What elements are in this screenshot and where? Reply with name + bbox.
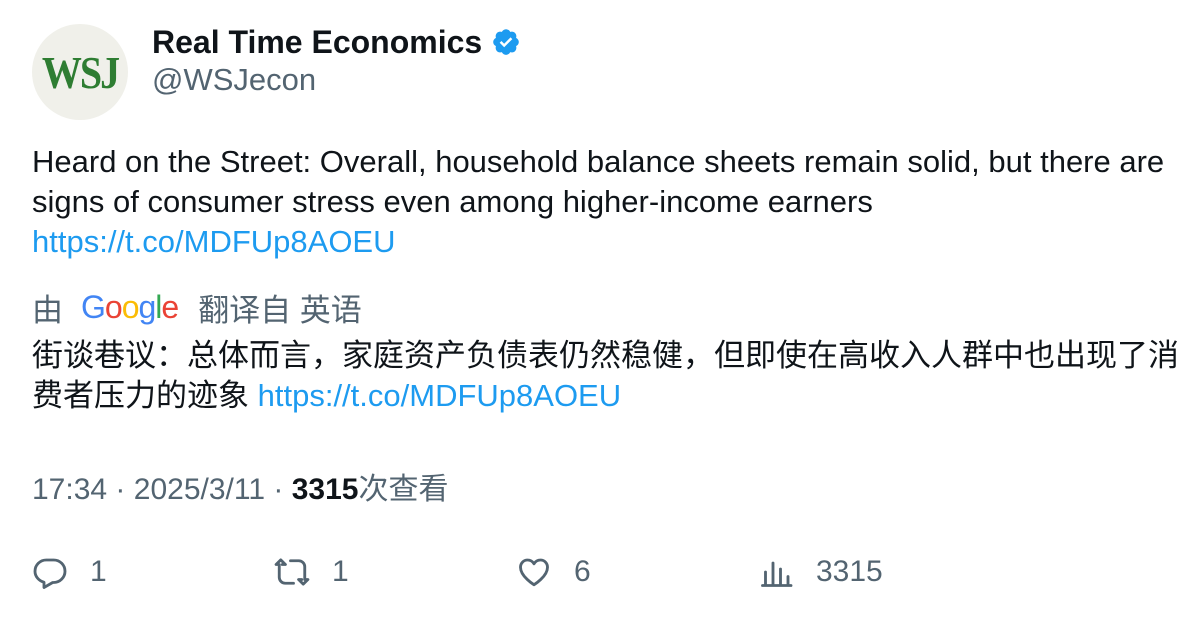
translation-attribution: 由 Google 翻译自 英语: [32, 286, 362, 328]
views-count: 3315: [291, 473, 359, 506]
wsj-logo: WSJ: [41, 46, 120, 98]
views-label: 次查看: [358, 473, 449, 506]
views-action-count: 3315: [816, 555, 883, 588]
reply-count: 1: [90, 555, 107, 588]
google-logo-icon[interactable]: Google: [81, 289, 179, 326]
tweet-time[interactable]: 17:34: [32, 473, 107, 506]
meta-separator: ·: [115, 473, 126, 506]
retweet-count: 1: [332, 555, 349, 588]
retweet-icon: [274, 558, 310, 586]
heart-icon: [519, 558, 549, 587]
tweet-text: Heard on the Street: Overall, household …: [32, 142, 1172, 262]
reply-button[interactable]: 1: [32, 550, 107, 594]
like-count: 6: [574, 555, 591, 588]
author-name-row: Real Time Economics: [152, 22, 521, 62]
verified-badge-icon: [491, 27, 521, 57]
views-button[interactable]: 3315: [758, 550, 883, 594]
tweet-meta: 17:34 · 2025/3/11 · 3315次查看: [32, 464, 448, 508]
tweet-link[interactable]: https://t.co/MDFUp8AOEU: [32, 224, 396, 259]
display-name[interactable]: Real Time Economics: [152, 24, 482, 61]
meta-separator: ·: [273, 473, 284, 506]
translated-link[interactable]: https://t.co/MDFUp8AOEU: [258, 378, 622, 413]
like-button[interactable]: 6: [516, 550, 591, 594]
avatar[interactable]: WSJ: [32, 24, 128, 120]
translation-prefix: 由: [32, 292, 63, 328]
action-bar: 1 1 6 3315: [32, 550, 1172, 594]
retweet-button[interactable]: 1: [274, 550, 349, 594]
tweet-text-content: Heard on the Street: Overall, household …: [32, 144, 1165, 219]
analytics-icon: [761, 561, 793, 587]
translation-suffix: 翻译自 英语: [198, 292, 362, 328]
author-handle[interactable]: @WSJecon: [152, 62, 316, 98]
reply-icon: [33, 558, 67, 589]
translated-text: 街谈巷议：总体而言，家庭资产负债表仍然稳健，但即使在高收入人群中也出现了消费者压…: [32, 336, 1182, 416]
tweet-date[interactable]: 2025/3/11: [134, 473, 265, 506]
